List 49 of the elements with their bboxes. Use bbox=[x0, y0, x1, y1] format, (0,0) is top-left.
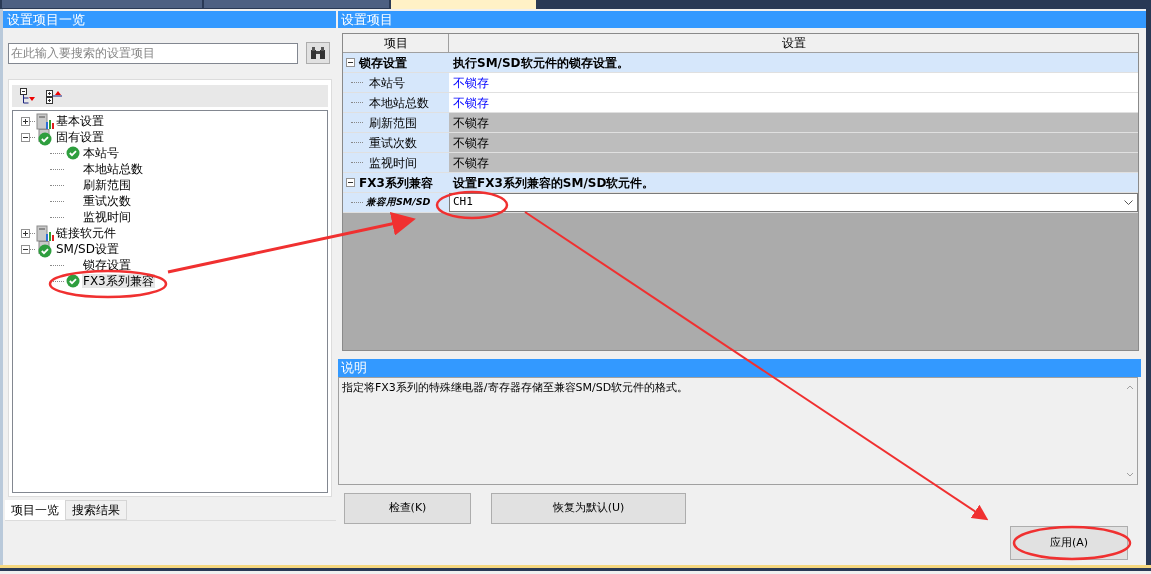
group-description: 设置FX3系列兼容的SM/SD软元件。 bbox=[449, 173, 1138, 192]
computer-check-icon bbox=[36, 240, 54, 258]
tree-item[interactable]: 刷新范围 bbox=[82, 178, 132, 192]
search-button[interactable] bbox=[306, 42, 330, 64]
tree-item[interactable]: 本站号 bbox=[82, 146, 120, 160]
panel-title: 设置项目一览 bbox=[3, 11, 336, 28]
check-button[interactable]: 检查(K) bbox=[344, 493, 471, 524]
tree-item[interactable]: 重试次数 bbox=[82, 194, 132, 208]
group-label: 锁存设置 bbox=[359, 54, 407, 72]
tree-item[interactable]: 基本设置 bbox=[55, 114, 105, 128]
panel-title: 说明 bbox=[338, 359, 1141, 377]
group-description: 执行SM/SD软元件的锁存设置。 bbox=[449, 53, 1138, 72]
expander-icon[interactable] bbox=[21, 132, 30, 142]
panel-title: 设置项目 bbox=[338, 11, 1146, 28]
tree-item[interactable]: FX3系列兼容 bbox=[82, 274, 155, 288]
tree-item[interactable]: 固有设置 bbox=[55, 130, 105, 144]
tree-item[interactable]: SM/SD设置 bbox=[55, 242, 120, 256]
computer-check-icon bbox=[36, 128, 54, 146]
group-label: FX3系列兼容 bbox=[359, 174, 433, 192]
expand-all-icon[interactable] bbox=[46, 88, 62, 104]
description-text: 指定将FX3系列的特殊继电器/寄存器存储至兼容SM/SD软元件的格式。 bbox=[341, 380, 689, 396]
column-header: 项目 bbox=[343, 34, 449, 52]
collapse-all-icon[interactable] bbox=[20, 88, 36, 104]
item-label: 本地站总数 bbox=[369, 94, 429, 112]
check-icon bbox=[66, 146, 80, 160]
item-label: 兼容用SM/SD bbox=[366, 195, 431, 210]
restore-default-button[interactable]: 恢复为默认(U) bbox=[491, 493, 686, 524]
tree-item[interactable]: 链接软元件 bbox=[55, 226, 117, 240]
expander-icon[interactable] bbox=[21, 244, 30, 254]
item-label: 本站号 bbox=[369, 74, 405, 92]
expander-icon[interactable] bbox=[21, 228, 30, 238]
tree-item[interactable]: 锁存设置 bbox=[82, 258, 132, 272]
tree-item[interactable]: 本地站总数 bbox=[82, 162, 144, 176]
expander-icon[interactable] bbox=[346, 178, 355, 187]
check-icon bbox=[66, 274, 80, 288]
dropdown[interactable]: CH1 bbox=[449, 193, 1138, 212]
setting-value[interactable]: 不锁存 bbox=[449, 93, 1138, 112]
expander-icon[interactable] bbox=[21, 116, 30, 126]
expander-icon[interactable] bbox=[346, 58, 355, 67]
item-label: 监视时间 bbox=[369, 154, 417, 172]
item-label: 刷新范围 bbox=[369, 114, 417, 132]
tab[interactable]: 项目一览 bbox=[5, 500, 65, 520]
search-field[interactable]: 在此输入要搜索的设置项目 bbox=[8, 42, 298, 64]
setting-value[interactable]: 不锁存 bbox=[449, 73, 1138, 92]
binoculars-icon bbox=[310, 46, 326, 60]
tab[interactable]: 搜索结果 bbox=[65, 500, 127, 520]
column-header: 设置 bbox=[780, 35, 807, 52]
item-label: 重试次数 bbox=[369, 134, 417, 152]
tree-item[interactable]: 监视时间 bbox=[82, 210, 132, 224]
